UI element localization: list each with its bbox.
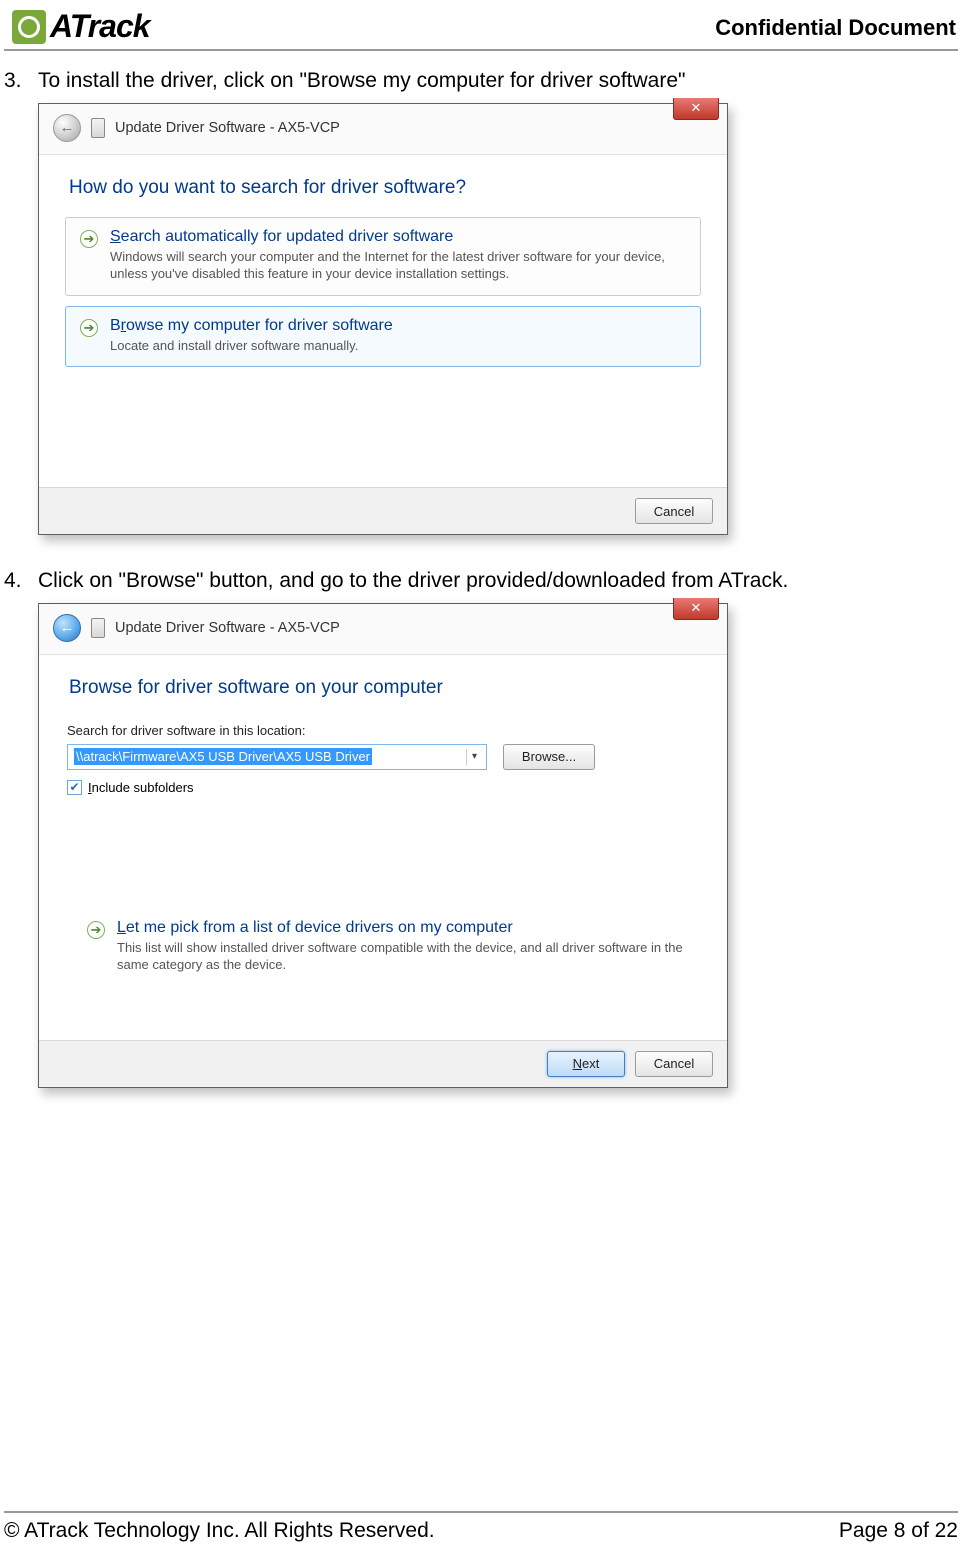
logo-text: ATrack <box>50 8 150 45</box>
logo: ATrack <box>4 8 150 45</box>
logo-icon <box>12 10 46 44</box>
chevron-down-icon[interactable]: ▾ <box>466 749 482 765</box>
back-icon[interactable]: ← <box>53 114 81 142</box>
page-number: Page 8 of 22 <box>839 1519 958 1543</box>
arrow-icon: ➔ <box>87 921 105 939</box>
arrow-icon: ➔ <box>80 230 98 248</box>
location-value: \\atrack\Firmware\AX5 USB Driver\AX5 USB… <box>74 748 372 765</box>
option-search-automatically[interactable]: ➔ Search automatically for updated drive… <box>65 217 701 296</box>
page-header: ATrack Confidential Document <box>4 0 958 51</box>
dialog1-titlebar: ← Update Driver Software - AX5-VCP <box>39 104 727 154</box>
drive-icon <box>91 618 105 638</box>
search-location-label: Search for driver software in this locat… <box>67 723 703 738</box>
drive-icon <box>91 118 105 138</box>
arrow-icon: ➔ <box>80 319 98 337</box>
step-4-number: 4. <box>4 565 38 597</box>
dialog-search-method: ✕ ← Update Driver Software - AX5-VCP How… <box>38 103 728 536</box>
step-3: 3. To install the driver, click on "Brow… <box>4 65 958 97</box>
back-icon[interactable]: ← <box>53 614 81 642</box>
step-3-number: 3. <box>4 65 38 97</box>
dialog-browse-location: ✕ ← Update Driver Software - AX5-VCP Bro… <box>38 603 728 1088</box>
close-icon[interactable]: ✕ <box>673 98 719 120</box>
option-pick-title: Let me pick from a list of device driver… <box>117 919 691 937</box>
next-button[interactable]: Next <box>547 1051 625 1077</box>
cancel-button[interactable]: Cancel <box>635 1051 713 1077</box>
dialog1-title: Update Driver Software - AX5-VCP <box>115 120 340 136</box>
copyright: © ATrack Technology Inc. All Rights Rese… <box>4 1519 435 1543</box>
option-pick-desc: This list will show installed driver sof… <box>117 939 691 974</box>
dialog1-footer: Cancel <box>39 487 727 534</box>
dialog1-heading: How do you want to search for driver sof… <box>63 155 703 217</box>
option2-title: Browse my computer for driver software <box>110 317 393 335</box>
option-browse-my-computer[interactable]: ➔ Browse my computer for driver software… <box>65 306 701 368</box>
dialog2-titlebar: ← Update Driver Software - AX5-VCP <box>39 604 727 654</box>
page-footer: © ATrack Technology Inc. All Rights Rese… <box>4 1511 958 1543</box>
content: 3. To install the driver, click on "Brow… <box>0 51 962 1088</box>
cancel-button[interactable]: Cancel <box>635 498 713 524</box>
step-4-text: Click on "Browse" button, and go to the … <box>38 565 958 597</box>
option-let-me-pick[interactable]: ➔ Let me pick from a list of device driv… <box>87 915 699 980</box>
confidential-label: Confidential Document <box>715 15 958 45</box>
dialog2-footer: Next Cancel <box>39 1040 727 1087</box>
include-subfolders-row[interactable]: ✔ Include subfolders <box>67 780 699 795</box>
browse-button[interactable]: Browse... <box>503 744 595 770</box>
include-subfolders-checkbox[interactable]: ✔ <box>67 780 82 795</box>
location-combobox[interactable]: \\atrack\Firmware\AX5 USB Driver\AX5 USB… <box>67 744 487 770</box>
option2-desc: Locate and install driver software manua… <box>110 337 393 355</box>
option1-desc: Windows will search your computer and th… <box>110 248 686 283</box>
include-subfolders-label: Include subfolders <box>88 780 194 795</box>
dialog2-title: Update Driver Software - AX5-VCP <box>115 620 340 636</box>
option1-title: Search automatically for updated driver … <box>110 228 686 246</box>
step-3-text: To install the driver, click on "Browse … <box>38 65 958 97</box>
dialog2-heading: Browse for driver software on your compu… <box>63 655 703 717</box>
step-4: 4. Click on "Browse" button, and go to t… <box>4 565 958 597</box>
close-icon[interactable]: ✕ <box>673 598 719 620</box>
